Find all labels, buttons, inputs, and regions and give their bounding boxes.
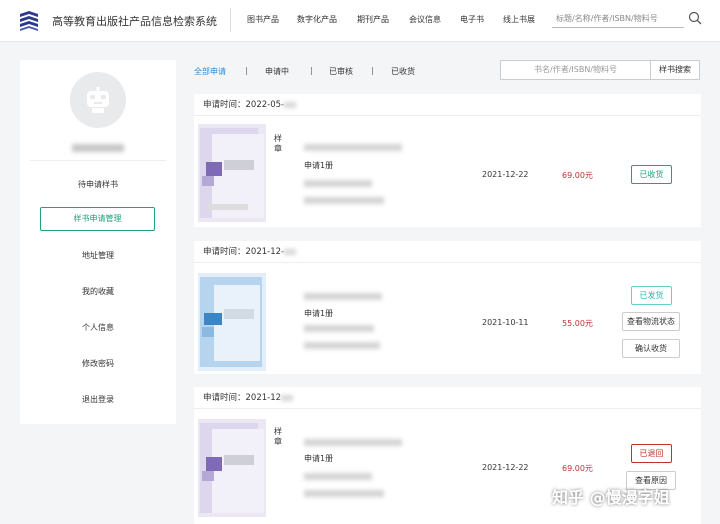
sidebar-item-favorites[interactable]: 我的收藏 — [20, 286, 176, 297]
nav-conferences[interactable]: 会议信息 — [409, 14, 441, 25]
order-header: 申请时间：2021-12- — [194, 241, 701, 263]
sample-chapter-tag: 样章 — [274, 134, 282, 153]
header-divider — [230, 8, 231, 32]
order-card: 申请时间：2021-12- 申请1册 2021-10-11 55.00元 已发货… — [194, 241, 701, 374]
sample-chapter-tag: 样章 — [274, 427, 282, 446]
nav-ebooks[interactable]: 电子书 — [460, 14, 484, 25]
sidebar-item-profile[interactable]: 个人信息 — [20, 322, 176, 333]
sidebar-item-address[interactable]: 地址管理 — [20, 250, 176, 261]
sidebar-item-sample-applications[interactable]: 样书申请管理 — [40, 207, 155, 231]
nav-journals[interactable]: 期刊产品 — [357, 14, 389, 25]
top-navbar: 高等教育出版社产品信息检索系统 图书产品 数字化产品 期刊产品 会议信息 电子书… — [0, 0, 720, 42]
book-cover-image[interactable] — [198, 124, 266, 222]
order-card: 申请时间：2022-05- 样章 申请1册 2021-12-22 69.00元 … — [194, 94, 701, 227]
tab-received[interactable]: 已收货 — [391, 66, 415, 77]
nav-online-fair[interactable]: 线上书展 — [503, 14, 535, 25]
author-redacted — [304, 180, 372, 187]
status-badge-shipped: 已发货 — [631, 286, 672, 305]
book-price: 69.00元 — [562, 171, 593, 180]
search-icon[interactable] — [688, 11, 702, 25]
site-title[interactable]: 高等教育出版社产品信息检索系统 — [52, 13, 217, 29]
avatar — [70, 72, 126, 128]
quantity-text: 申请1册 — [304, 454, 334, 463]
tab-separator: | — [371, 66, 374, 75]
book-price: 55.00元 — [562, 319, 593, 328]
isbn-redacted — [304, 197, 384, 204]
book-cover-image[interactable] — [198, 419, 266, 517]
sidebar-divider — [30, 160, 166, 161]
tab-applying[interactable]: 申请中 — [265, 66, 289, 77]
top-search-input[interactable]: 标题/名称/作者/ISBN/物料号 — [552, 10, 684, 28]
sample-search-button[interactable]: 样书搜索 — [650, 60, 700, 80]
user-sidebar: 待申请样书 样书申请管理 地址管理 我的收藏 个人信息 修改密码 退出登录 — [20, 60, 176, 424]
book-title-redacted — [304, 439, 402, 446]
book-price: 69.00元 — [562, 464, 593, 473]
sidebar-item-change-password[interactable]: 修改密码 — [20, 358, 176, 369]
nav-books[interactable]: 图书产品 — [247, 14, 279, 25]
tab-all[interactable]: 全部申请 — [194, 66, 226, 77]
sample-search-input[interactable]: 书名/作者/ISBN/物料号 — [500, 60, 651, 80]
applied-time-label: 申请时间： — [203, 247, 246, 257]
book-cover-image[interactable] — [198, 273, 266, 371]
nav-digital[interactable]: 数字化产品 — [297, 14, 337, 25]
order-header: 申请时间：2022-05- — [194, 94, 701, 116]
publisher-logo-icon[interactable] — [18, 10, 40, 32]
robot-avatar-icon — [87, 87, 109, 113]
tab-separator: | — [310, 66, 313, 75]
author-redacted — [304, 325, 374, 332]
sidebar-item-logout[interactable]: 退出登录 — [20, 394, 176, 405]
tab-separator: | — [245, 66, 248, 75]
sidebar-item-pending-samples[interactable]: 待申请样书 — [20, 179, 176, 190]
quantity-text: 申请1册 — [304, 309, 334, 318]
author-redacted — [304, 473, 372, 480]
order-date: 2021-10-11 — [482, 318, 529, 327]
applied-time-label: 申请时间： — [203, 100, 246, 110]
tab-reviewed[interactable]: 已审核 — [329, 66, 353, 77]
order-header: 申请时间：2021-12 — [194, 387, 701, 409]
quantity-text: 申请1册 — [304, 161, 334, 170]
username-redacted — [72, 144, 124, 152]
applied-time: 2021-12- — [245, 247, 285, 257]
status-badge-received: 已收货 — [631, 165, 672, 184]
redacted-text — [284, 101, 297, 108]
applied-time: 2022-05- — [245, 100, 285, 110]
redacted-text — [284, 248, 297, 255]
book-title-redacted — [304, 144, 402, 151]
view-logistics-button[interactable]: 查看物流状态 — [622, 312, 680, 331]
applied-time: 2021-12 — [245, 393, 282, 403]
order-date: 2021-12-22 — [482, 170, 529, 179]
order-date: 2021-12-22 — [482, 463, 529, 472]
isbn-redacted — [304, 342, 380, 349]
redacted-text — [281, 394, 294, 401]
status-badge-returned: 已退回 — [631, 444, 672, 463]
book-title-redacted — [304, 293, 382, 300]
applied-time-label: 申请时间： — [203, 393, 246, 403]
isbn-redacted — [304, 490, 384, 497]
zhihu-watermark: 知乎 @慢漫字姐 — [552, 488, 670, 507]
confirm-receipt-button[interactable]: 确认收货 — [622, 339, 680, 358]
